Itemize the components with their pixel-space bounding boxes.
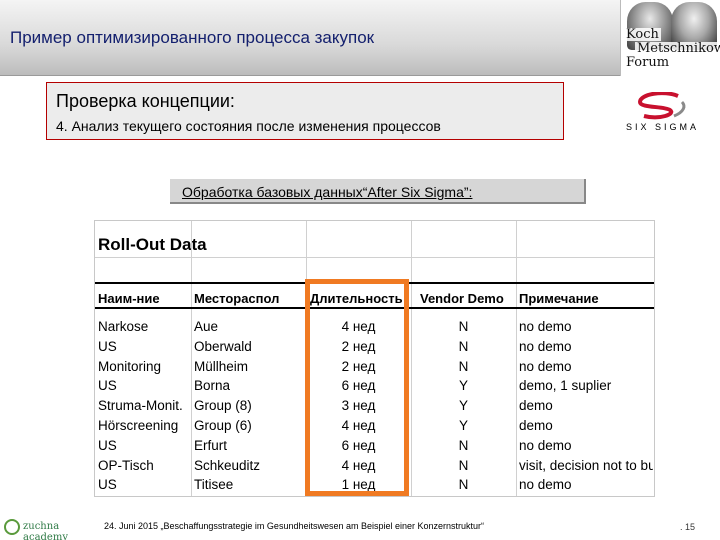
cell-name: US — [98, 477, 117, 493]
process-label-box: Обработка базовых данных“After Six Sigma… — [170, 179, 586, 204]
cell-note: demo, 1 suplier — [519, 378, 612, 394]
duration-highlight-box — [305, 279, 409, 496]
column-header-location: Местораспол — [194, 291, 280, 306]
concept-title: Проверка концепции: — [56, 91, 235, 111]
cell-note: no demo — [519, 358, 572, 374]
cell-location: Group (6) — [194, 418, 252, 433]
cell-name: Struma-Monit. — [98, 398, 183, 414]
cell-note: no demo — [519, 338, 572, 354]
slide-title: Пример оптимизированного процесса закупо… — [10, 28, 375, 47]
logo-word-forum: Forum — [624, 55, 672, 70]
cell-vendor-demo: N — [458, 358, 469, 374]
cell-name: Narkose — [98, 319, 149, 334]
footer-logo: zuchna academy — [4, 519, 94, 540]
cell-note: demo — [519, 398, 553, 414]
cell-name: US — [98, 338, 117, 354]
cell-location: Oberwald — [194, 338, 252, 354]
koch-metschnikow-forum-logo: Koch Metschnikow Forum — [620, 0, 720, 76]
cell-vendor-demo: Y — [458, 418, 468, 433]
logo-word-koch: Koch — [624, 27, 661, 42]
cell-location: Group (8) — [194, 398, 252, 414]
cell-location: Borna — [194, 378, 231, 394]
cell-vendor-demo: N — [458, 338, 469, 354]
title-bar: Пример оптимизированного процесса закупо… — [0, 0, 620, 76]
cell-location: Titisee — [194, 477, 234, 493]
cell-vendor-demo: N — [458, 437, 469, 453]
cell-location: Schkeuditz — [194, 457, 261, 473]
cell-note: no demo — [519, 319, 572, 334]
cell-note: demo — [519, 418, 553, 433]
cell-vendor-demo: N — [458, 477, 469, 493]
page-number: . 15 — [680, 522, 696, 532]
cell-name: US — [98, 437, 117, 453]
footer-text: 24. Juni 2015 „Beschaffungsstrategie im … — [104, 521, 485, 531]
cell-location: Aue — [194, 319, 219, 334]
grid-line — [516, 221, 517, 496]
cell-note: no demo — [519, 477, 572, 493]
logo-word-metschnikow: Metschnikow — [635, 42, 720, 55]
cell-vendor-demo: Y — [458, 378, 468, 394]
concept-subtitle: 4. Анализ текущего состояния после измен… — [56, 118, 441, 134]
column-header-name: Наим-ние — [98, 291, 160, 306]
six-sigma-logo: SIX SIGMA — [612, 92, 712, 136]
academy-logo-icon — [4, 519, 20, 535]
cell-name: Monitoring — [98, 358, 162, 374]
cell-vendor-demo: N — [458, 319, 469, 334]
academy-logo-name: zuchna academy — [23, 521, 68, 540]
sigma-swoosh-icon — [637, 92, 686, 120]
cell-location: Müllheim — [194, 358, 249, 374]
grid-line — [95, 257, 654, 258]
column-header-vendor-demo: Vendor Demo — [420, 291, 504, 306]
cell-name: US — [98, 378, 117, 394]
cell-note: no demo — [519, 437, 572, 453]
column-header-note: Примечание — [519, 291, 599, 306]
cell-note: visit, decision not to buy — [519, 457, 653, 473]
cell-vendor-demo: N — [458, 457, 469, 473]
cell-location: Erfurt — [194, 437, 228, 453]
cell-vendor-demo: Y — [458, 398, 468, 414]
process-label: Обработка базовых данных“After Six Sigma… — [182, 184, 473, 200]
cell-name: Hörscreening — [98, 418, 179, 433]
six-sigma-label: SIX SIGMA — [626, 122, 700, 132]
cell-name: OP-Tisch — [98, 457, 154, 473]
concept-box: Проверка концепции: 4. Анализ текущего с… — [46, 82, 564, 140]
grid-line — [191, 221, 192, 496]
